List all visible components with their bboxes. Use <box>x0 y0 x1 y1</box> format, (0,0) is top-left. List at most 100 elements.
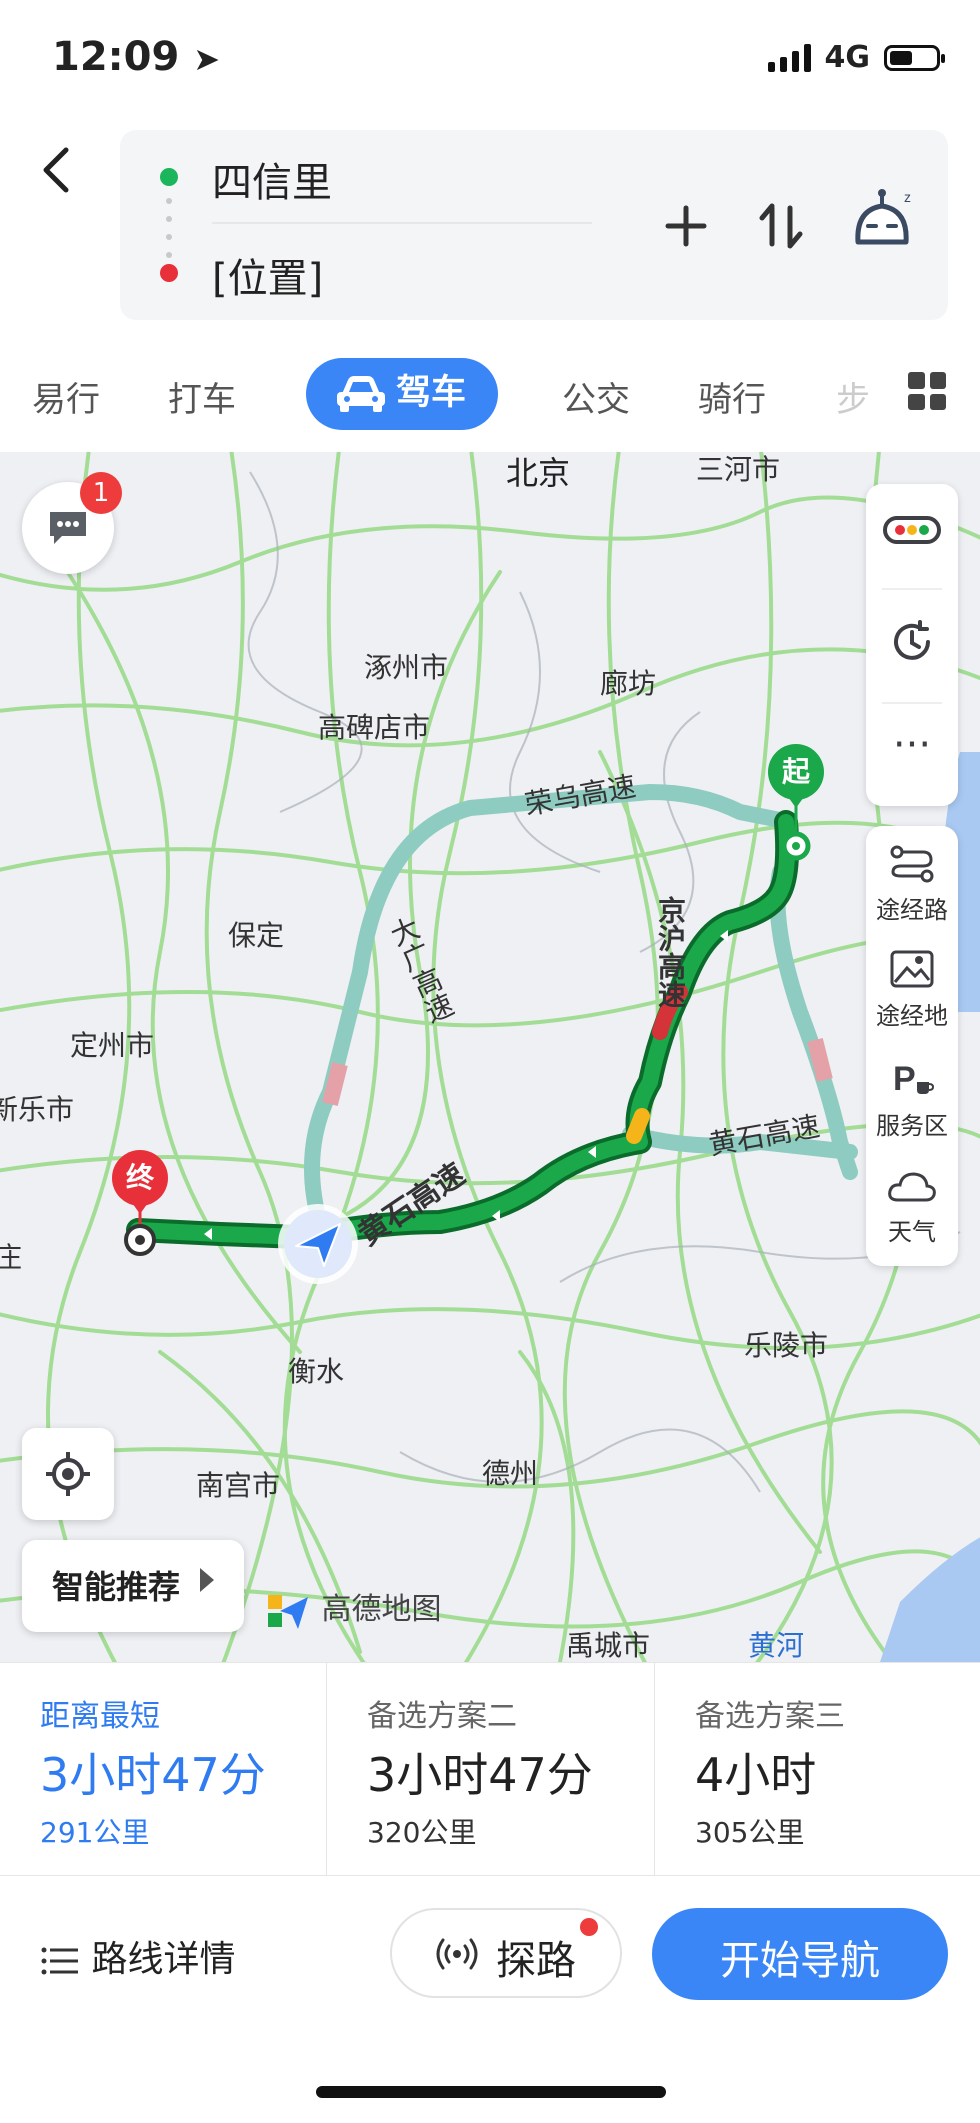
status-time: 12:09 ➤ <box>52 34 220 80</box>
start-marker: 起 <box>764 742 828 866</box>
car-icon <box>337 376 385 412</box>
end-marker: 终 <box>108 1148 172 1262</box>
chevron-left-icon <box>43 147 69 193</box>
city-label: 高碑店市 <box>318 711 431 744</box>
plan-distance: 291公里 <box>40 1816 150 1849</box>
play-arrow-icon <box>200 1568 214 1592</box>
plan-option-3[interactable]: 备选方案三 4小时 305公里 <box>655 1663 980 1875</box>
start-navigation-label: 开始导航 <box>720 1938 880 1984</box>
smart-recommend-button[interactable]: 智能推荐 <box>22 1540 244 1632</box>
plan-option-1[interactable]: 距离最短 3小时47分 291公里 <box>0 1663 326 1875</box>
route-detail-button[interactable]: 路线详情 <box>40 1930 235 1982</box>
origin-field[interactable]: 四信里 <box>212 150 332 208</box>
river-label: 黄河 <box>748 1629 805 1662</box>
city-label: 涿州市 <box>364 651 449 684</box>
traffic-button[interactable] <box>866 510 958 556</box>
destination-dot-icon <box>160 264 178 282</box>
route-tools-panel: 途经路 途经地 P 服务区 天气 <box>866 826 958 1266</box>
plan-label: 备选方案三 <box>695 1699 845 1734</box>
weather-label: 天气 <box>888 1218 936 1246</box>
plan-time: 3小时47分 <box>367 1748 593 1802</box>
tab-walk[interactable]: 步 <box>836 358 870 442</box>
city-label: 廊坊 <box>600 667 657 700</box>
city-label: 定州市 <box>70 1029 155 1062</box>
route-detail-label: 路线详情 <box>91 1939 236 1980</box>
waypoint-road-button[interactable]: 途经路 <box>866 844 958 925</box>
status-indicators: 4G <box>767 40 945 75</box>
probe-route-label: 探路 <box>496 1938 576 1984</box>
locate-me-button[interactable] <box>22 1428 114 1520</box>
voice-assistant-icon[interactable]: z <box>846 186 918 262</box>
message-count-badge: 1 <box>80 472 122 514</box>
plan-label: 距离最短 <box>40 1699 160 1734</box>
swap-arrows-icon <box>759 203 803 249</box>
service-area-button[interactable]: P 服务区 <box>866 1058 958 1141</box>
more-dots-icon: ··· <box>892 722 932 768</box>
traffic-light-icon <box>883 516 941 544</box>
clock-refresh-icon <box>894 620 930 660</box>
city-label: 三河市 <box>696 453 781 486</box>
city-label: 保定 <box>228 919 285 952</box>
road-label: 京沪高速 <box>654 896 687 1008</box>
battery-icon <box>884 44 945 71</box>
route-pin-icon <box>890 845 934 883</box>
city-label: 庄 <box>0 1241 23 1274</box>
divider <box>212 222 592 224</box>
plan-option-2[interactable]: 备选方案二 3小时47分 320公里 <box>327 1663 653 1875</box>
back-button[interactable] <box>36 140 96 200</box>
amap-logo: 高德地图 <box>264 1584 442 1635</box>
start-navigation-button[interactable]: 开始导航 <box>652 1908 948 2000</box>
current-location-arrow-icon <box>276 1202 360 1290</box>
chat-icon <box>50 512 86 544</box>
tab-drive[interactable]: 驾车 <box>306 358 498 430</box>
service-area-label: 服务区 <box>876 1112 948 1140</box>
history-button[interactable] <box>866 618 958 672</box>
amap-logo-text: 高德地图 <box>321 1592 442 1627</box>
clock: 12:09 <box>52 34 180 80</box>
add-waypoint-button[interactable] <box>662 196 710 266</box>
destination-field[interactable]: [位置] <box>212 246 323 304</box>
weather-button[interactable]: 天气 <box>866 1166 958 1247</box>
map-tools-panel: ··· <box>866 484 958 806</box>
route-plans: 距离最短 3小时47分 291公里 备选方案二 3小时47分 320公里 备选方… <box>0 1662 980 1876</box>
cloud-icon <box>888 1172 936 1202</box>
swap-route-button[interactable] <box>756 196 806 272</box>
signal-icon <box>767 43 811 72</box>
svg-text:P: P <box>893 1060 916 1098</box>
tab-yixing[interactable]: 易行 <box>32 358 100 442</box>
tab-bus[interactable]: 公交 <box>562 358 630 442</box>
city-label: 衡水 <box>288 1355 345 1388</box>
plan-time: 3小时47分 <box>40 1748 266 1802</box>
tab-taxi[interactable]: 打车 <box>168 358 236 442</box>
broadcast-icon <box>436 1938 478 1970</box>
svg-text:z: z <box>904 189 911 205</box>
parking-coffee-icon: P <box>893 1060 935 1098</box>
start-marker-label: 起 <box>781 755 810 788</box>
city-label: 禹城市 <box>566 1629 651 1662</box>
location-arrow-icon: ➤ <box>193 40 221 78</box>
home-indicator <box>316 2086 666 2098</box>
city-label: 乐陵市 <box>744 1329 829 1362</box>
tab-bike[interactable]: 骑行 <box>698 358 766 442</box>
smart-recommend-label: 智能推荐 <box>52 1568 181 1606</box>
landscape-icon <box>890 950 934 988</box>
waypoint-place-button[interactable]: 途经地 <box>866 948 958 1031</box>
origin-dot-icon <box>160 168 178 186</box>
amap-logo-icon <box>268 1594 308 1629</box>
more-button[interactable]: ··· <box>866 720 958 770</box>
more-modes-grid-icon[interactable] <box>908 372 946 410</box>
list-icon <box>41 1947 78 1975</box>
city-label: 南宫市 <box>196 1469 281 1502</box>
city-label: 北京 <box>506 454 571 492</box>
city-label: 新乐市 <box>0 1093 75 1126</box>
end-marker-label: 终 <box>125 1161 154 1194</box>
plan-time: 4小时 <box>695 1748 817 1802</box>
map-view[interactable]: 北京 三河市 涿州市 廊坊 高碑店市 保定 定州市 新乐市 庄 衡水 乐陵市 德… <box>0 452 980 1662</box>
route-connector <box>166 198 172 258</box>
plus-icon <box>665 205 707 247</box>
notification-dot <box>580 1918 598 1936</box>
waypoint-place-label: 途经地 <box>876 1002 948 1030</box>
plan-label: 备选方案二 <box>367 1699 517 1734</box>
city-label: 德州 <box>482 1457 539 1490</box>
tab-drive-label: 驾车 <box>396 373 467 413</box>
